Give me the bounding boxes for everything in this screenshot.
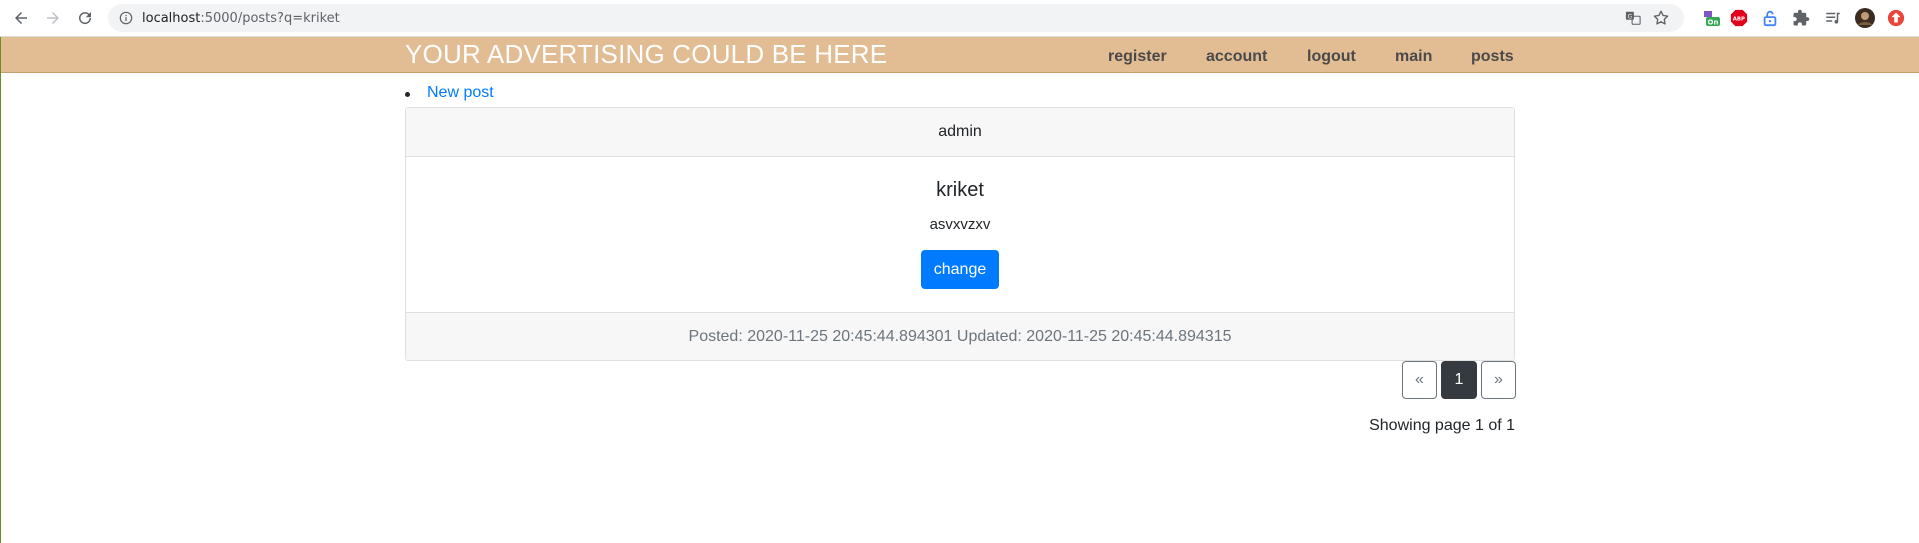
browser-toolbar: localhost:5000/posts?q=kriket G On ABP: [0, 0, 1919, 37]
svg-text:On: On: [1708, 19, 1719, 27]
site-header: YOUR ADVERTISING COULD BE HERE register …: [0, 37, 1919, 73]
nav-account[interactable]: account: [1206, 48, 1267, 66]
pagination-current-page[interactable]: 1: [1441, 361, 1477, 399]
list-item: New post: [405, 84, 494, 102]
adblock-icon[interactable]: ABP: [1729, 8, 1749, 28]
page-edge-divider: [0, 37, 1, 543]
nav-main[interactable]: main: [1395, 48, 1432, 66]
nav-posts[interactable]: posts: [1471, 48, 1514, 66]
reload-icon[interactable]: [73, 6, 97, 30]
pagination-prev[interactable]: «: [1402, 361, 1437, 399]
translate-icon[interactable]: G: [1624, 9, 1642, 27]
puzzle-icon[interactable]: [1791, 8, 1811, 28]
nav-logout[interactable]: logout: [1307, 48, 1356, 66]
post-timestamps: Posted: 2020-11-25 20:45:44.894301 Updat…: [406, 312, 1514, 360]
post-card: admin kriket asvxvzxv change Posted: 202…: [405, 107, 1515, 361]
update-icon[interactable]: [1886, 8, 1906, 28]
forward-icon[interactable]: [41, 6, 65, 30]
back-icon[interactable]: [9, 6, 33, 30]
lock-ext-icon[interactable]: [1760, 8, 1780, 28]
change-button[interactable]: change: [920, 250, 1000, 289]
nav-register[interactable]: register: [1108, 48, 1167, 66]
post-title: kriket: [936, 179, 984, 201]
url-path: :5000/posts?q=kriket: [200, 10, 340, 26]
queue-icon[interactable]: [1823, 8, 1843, 28]
svg-text:ABP: ABP: [1733, 17, 1745, 23]
url-text: localhost:5000/posts?q=kriket: [142, 11, 340, 26]
post-text: asvxvzxv: [929, 216, 991, 233]
url-host: localhost: [142, 10, 201, 26]
pagination-summary: Showing page 1 of 1: [1369, 417, 1515, 434]
pagination-next[interactable]: »: [1481, 361, 1516, 399]
post-body: kriket asvxvzxv change: [406, 157, 1514, 312]
bookmark-star-icon[interactable]: [1652, 9, 1670, 27]
new-post-link[interactable]: New post: [427, 84, 494, 101]
site-info-icon[interactable]: [118, 10, 134, 26]
ext-on-icon[interactable]: On: [1700, 8, 1720, 28]
actions-list: New post: [405, 84, 494, 102]
avatar[interactable]: [1855, 8, 1875, 28]
post-author: admin: [406, 108, 1514, 157]
address-bar[interactable]: localhost:5000/posts?q=kriket G: [108, 4, 1684, 32]
brand-banner: YOUR ADVERTISING COULD BE HERE: [405, 39, 888, 69]
